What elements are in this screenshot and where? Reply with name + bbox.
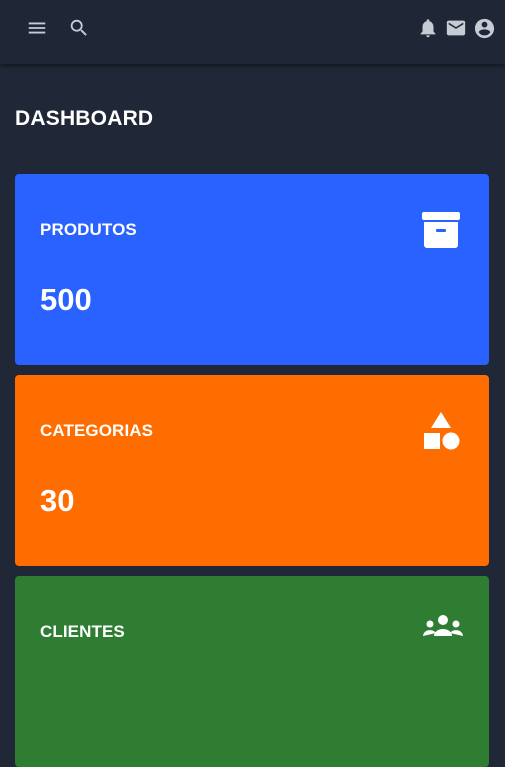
card-label: CATEGORIAS (40, 421, 154, 440)
card-value: 30 (40, 483, 75, 518)
card-label: CLIENTES (40, 622, 125, 641)
page-title: DASHBOARD (15, 107, 154, 130)
card-label: PRODUTOS (40, 220, 137, 239)
people-group-icon (421, 612, 463, 667)
bell-icon[interactable] (416, 16, 440, 40)
menu-icon[interactable] (25, 16, 49, 40)
search-icon[interactable] (67, 16, 91, 40)
top-app-bar (0, 0, 505, 64)
card-categorias[interactable]: CATEGORIAS 30 (15, 375, 489, 566)
account-circle-icon[interactable] (472, 16, 496, 40)
archive-box-icon (421, 210, 461, 250)
card-clientes[interactable]: CLIENTES (15, 576, 489, 767)
shapes-icon (421, 411, 461, 451)
card-produtos[interactable]: PRODUTOS 500 (15, 174, 489, 365)
mail-icon[interactable] (444, 16, 468, 40)
card-value: 500 (40, 282, 92, 317)
